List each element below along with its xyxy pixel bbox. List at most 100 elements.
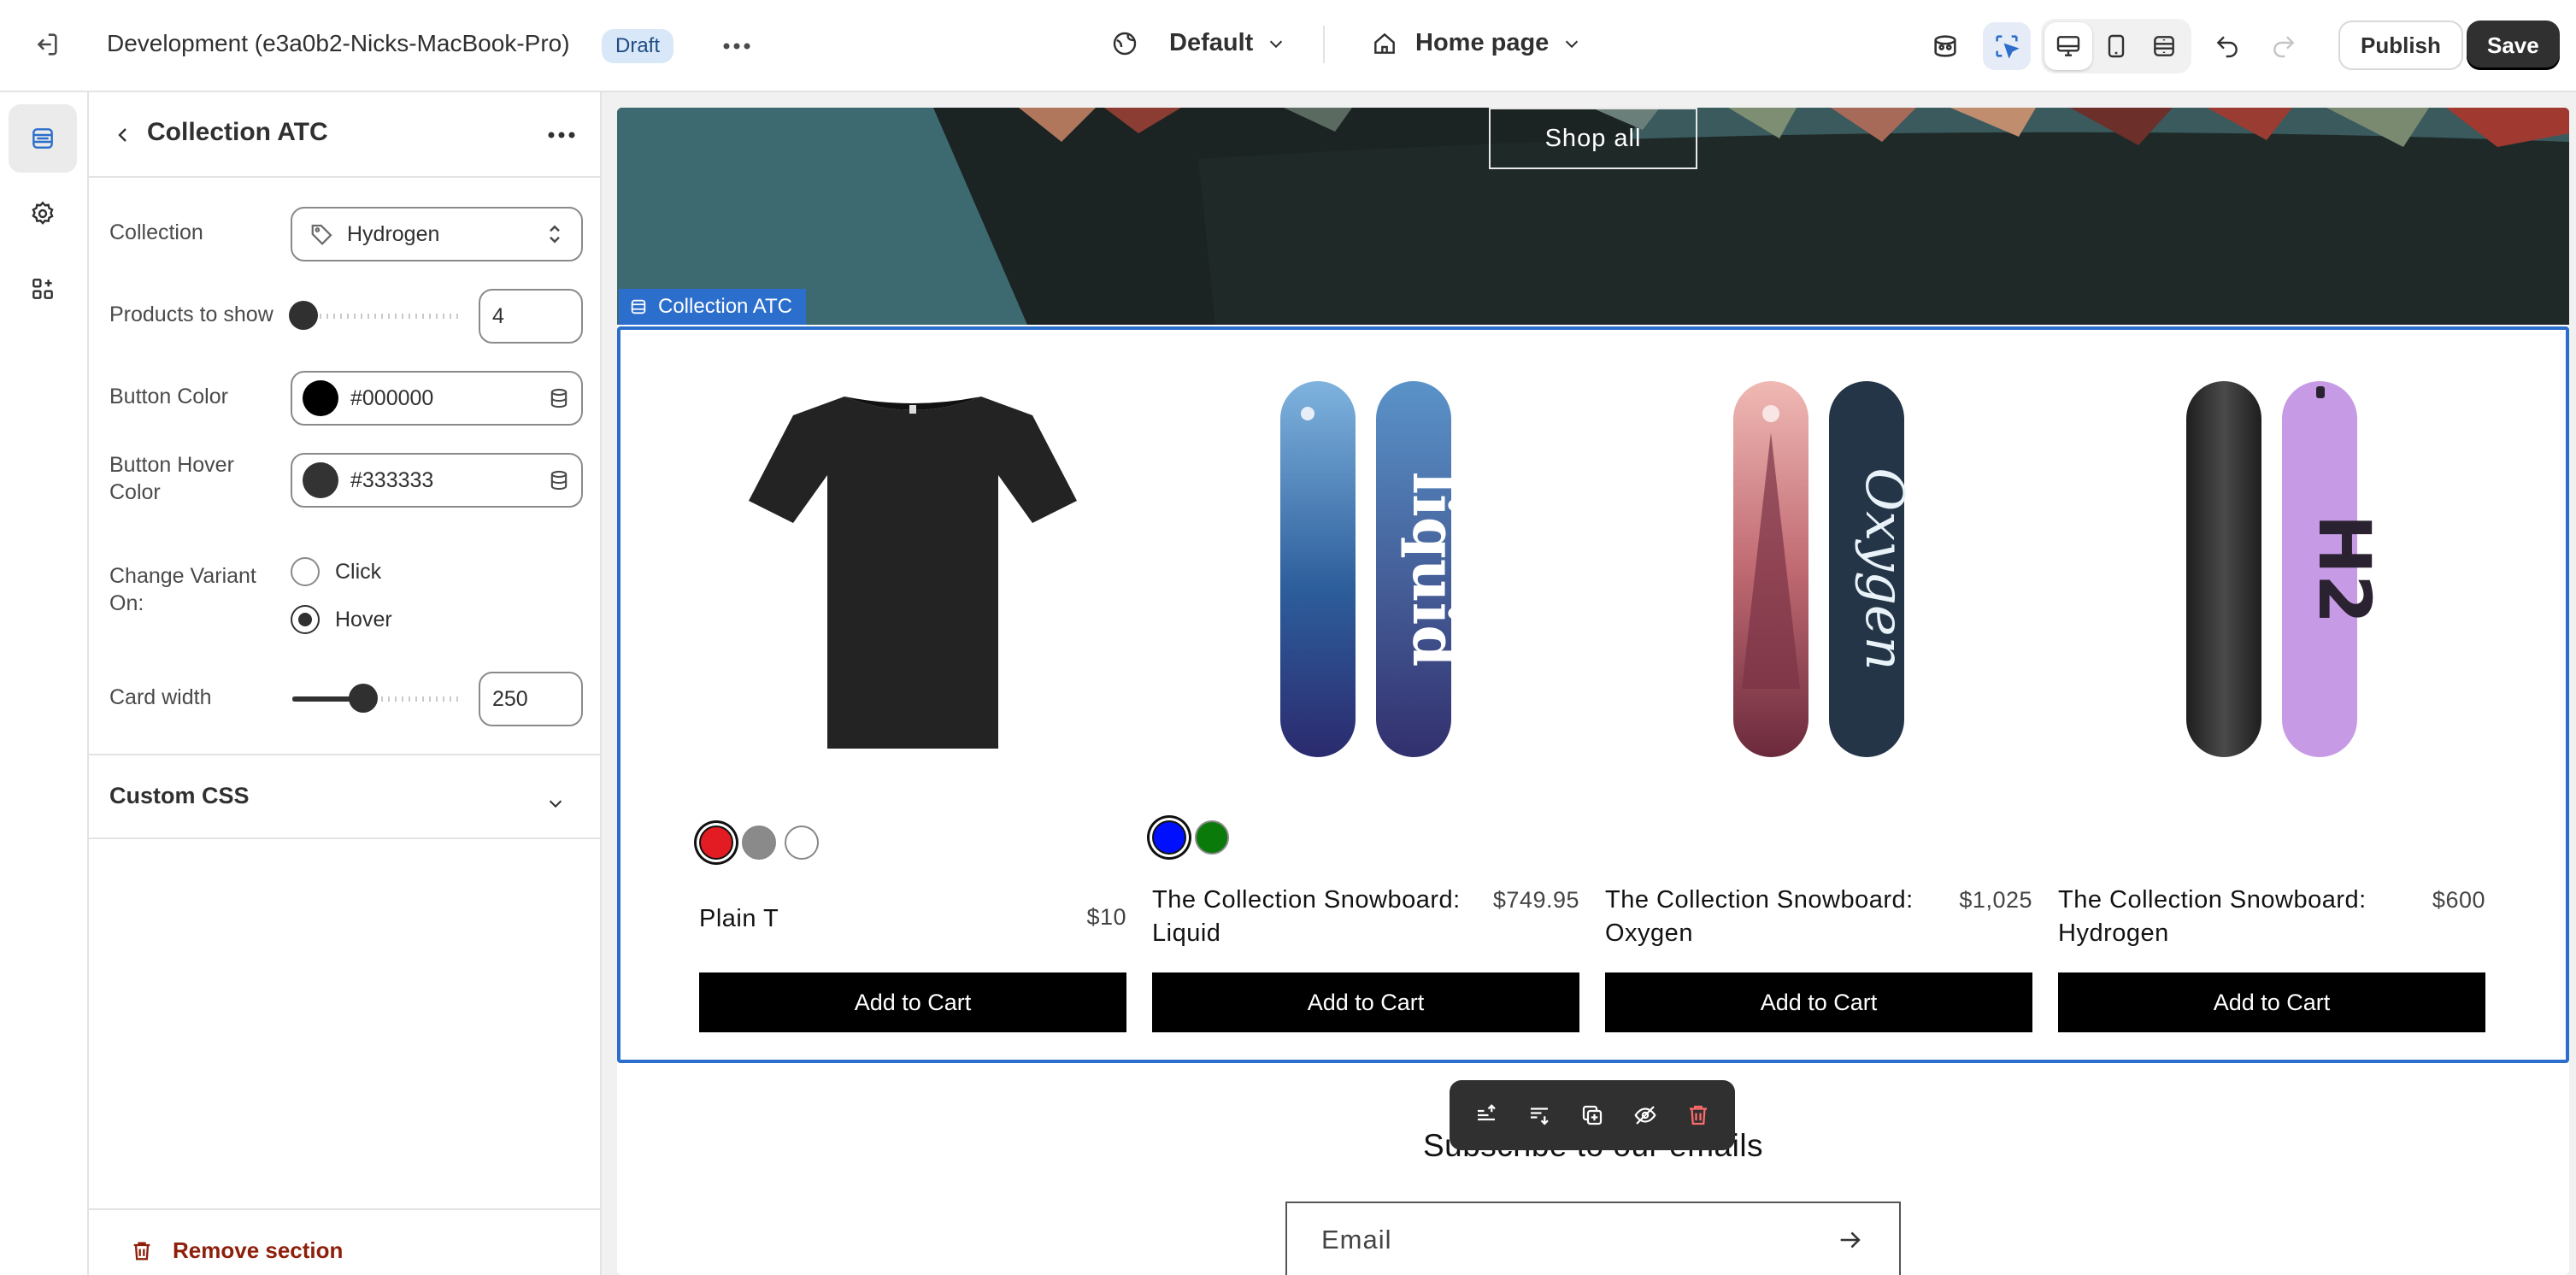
product-price: $1,025 bbox=[1959, 887, 2032, 913]
svg-text:liquid: liquid bbox=[1399, 472, 1470, 667]
page-selector-label: Home page bbox=[1415, 29, 1550, 56]
trash-icon bbox=[133, 1242, 150, 1260]
desktop-view-icon[interactable] bbox=[2044, 22, 2092, 70]
page-selector[interactable]: Home page bbox=[1371, 29, 1581, 57]
email-input[interactable]: Email bbox=[1285, 1202, 1901, 1275]
section-tag-label: Collection ATC bbox=[658, 295, 792, 318]
theme-editor: Development (e3a0b2-Nicks-MacBook-Pro) D… bbox=[0, 0, 2576, 1275]
product-image: Oxygen bbox=[1733, 381, 1916, 757]
variant-swatch[interactable] bbox=[742, 826, 776, 860]
button-color-swatch[interactable] bbox=[303, 380, 338, 416]
theme-selector[interactable]: Default bbox=[1111, 29, 1285, 57]
collection-select[interactable]: Hydrogen bbox=[291, 207, 583, 261]
globe-icon bbox=[1113, 32, 1137, 55]
button-color-label: Button Color bbox=[109, 385, 228, 408]
add-to-cart-button[interactable]: Add to Cart bbox=[699, 972, 1126, 1032]
exit-icon[interactable] bbox=[22, 21, 70, 68]
duplicate-icon[interactable] bbox=[1566, 1088, 1619, 1143]
top-bar: Development (e3a0b2-Nicks-MacBook-Pro) D… bbox=[0, 0, 2576, 92]
section-toolbar bbox=[1450, 1080, 1735, 1150]
dynamic-source-icon[interactable] bbox=[547, 386, 571, 410]
product-price: $749.95 bbox=[1492, 887, 1579, 913]
section-tag: Collection ATC bbox=[619, 289, 806, 325]
sections-icon[interactable] bbox=[9, 104, 77, 173]
variant-swatch[interactable] bbox=[1152, 820, 1186, 855]
collection-atc-section[interactable]: Plain T $10 Add to Cart liquid The Colle… bbox=[617, 326, 2569, 1063]
add-to-cart-button[interactable]: Add to Cart bbox=[1152, 972, 1579, 1032]
viewport-switcher bbox=[2041, 19, 2191, 73]
status-badge: Draft bbox=[602, 29, 674, 63]
products-slider[interactable] bbox=[289, 301, 463, 330]
apps-icon[interactable] bbox=[9, 255, 77, 323]
back-icon[interactable] bbox=[104, 116, 142, 154]
button-color-field[interactable]: #000000 bbox=[291, 371, 583, 426]
home-icon bbox=[1374, 32, 1395, 54]
card-width-slider-thumb[interactable] bbox=[349, 684, 378, 713]
card-width-slider[interactable] bbox=[292, 684, 463, 713]
save-button[interactable]: Save bbox=[2467, 21, 2560, 70]
card-width-input[interactable]: 250 bbox=[479, 672, 583, 726]
hero-banner: Shop all bbox=[617, 108, 2569, 325]
custom-css-label[interactable]: Custom CSS bbox=[109, 783, 250, 809]
change-variant-label: Change Variant On: bbox=[109, 564, 256, 615]
product-name[interactable]: The Collection Snowboard: Liquid bbox=[1152, 884, 1477, 950]
variant-swatch[interactable] bbox=[785, 826, 819, 860]
redo-icon[interactable] bbox=[2260, 22, 2308, 70]
hide-icon[interactable] bbox=[1619, 1088, 1672, 1143]
product-price: $600 bbox=[2432, 887, 2485, 913]
storefront-preview: Shop all Collection ATC Plain T $10 Add … bbox=[617, 108, 2569, 1275]
tag-icon bbox=[311, 224, 332, 245]
products-to-show-input[interactable]: 4 bbox=[479, 289, 583, 344]
product-price: $10 bbox=[1086, 904, 1126, 930]
radio-hover[interactable]: Hover bbox=[291, 605, 392, 634]
product-name[interactable]: The Collection Snowboard: Oxygen bbox=[1605, 884, 1930, 950]
radio-hover-control[interactable] bbox=[291, 605, 320, 634]
app-embeds-icon[interactable] bbox=[1921, 22, 1969, 70]
collection-label: Collection bbox=[109, 220, 203, 244]
button-hover-color-label: Button Hover Color bbox=[109, 453, 234, 504]
mobile-view-icon[interactable] bbox=[2092, 22, 2140, 70]
shop-all-button[interactable]: Shop all bbox=[1489, 108, 1697, 169]
panel-title: Collection ATC bbox=[147, 118, 328, 146]
arrow-right-icon[interactable] bbox=[1836, 1225, 1865, 1254]
variant-swatch[interactable] bbox=[1195, 820, 1229, 855]
add-to-cart-button[interactable]: Add to Cart bbox=[1605, 972, 2032, 1032]
button-hover-color-value: #333333 bbox=[350, 467, 434, 492]
button-hover-color-swatch[interactable] bbox=[303, 462, 338, 498]
more-actions-icon[interactable] bbox=[713, 22, 761, 70]
inspector-select-icon[interactable] bbox=[1983, 22, 2031, 70]
radio-click[interactable]: Click bbox=[291, 557, 381, 586]
chevron-down-icon[interactable] bbox=[538, 786, 573, 820]
remove-section-label: Remove section bbox=[173, 1237, 344, 1263]
panel-header: Collection ATC bbox=[89, 92, 602, 178]
product-name[interactable]: Plain T bbox=[699, 902, 1024, 936]
variant-swatches bbox=[699, 826, 827, 860]
svg-text:H2: H2 bbox=[2303, 514, 2386, 625]
dynamic-source-icon[interactable] bbox=[547, 468, 571, 492]
product-name[interactable]: The Collection Snowboard: Hydrogen bbox=[2058, 884, 2383, 950]
add-to-cart-button[interactable]: Add to Cart bbox=[2058, 972, 2485, 1032]
publish-button[interactable]: Publish bbox=[2338, 21, 2463, 70]
divider bbox=[89, 1208, 602, 1210]
button-hover-color-field[interactable]: #333333 bbox=[291, 453, 583, 508]
variant-swatch[interactable] bbox=[699, 826, 733, 860]
move-up-icon[interactable] bbox=[1460, 1088, 1513, 1143]
divider bbox=[89, 837, 602, 839]
products-slider-thumb[interactable] bbox=[289, 301, 318, 330]
chevron-down-icon bbox=[1566, 40, 1579, 48]
panel-more-icon[interactable] bbox=[540, 118, 583, 152]
products-to-show-label: Products to show bbox=[109, 303, 273, 326]
chevron-down-icon bbox=[1270, 40, 1283, 48]
card-width-label: Card width bbox=[109, 685, 212, 709]
select-chevron-icon bbox=[550, 225, 560, 244]
delete-icon[interactable] bbox=[1672, 1088, 1725, 1143]
radio-click-control[interactable] bbox=[291, 557, 320, 586]
fullscreen-view-icon[interactable] bbox=[2140, 22, 2188, 70]
product-image: H2 bbox=[2186, 381, 2386, 757]
undo-icon[interactable] bbox=[2203, 22, 2251, 70]
collection-value: Hydrogen bbox=[347, 221, 440, 246]
remove-section-button[interactable]: Remove section bbox=[130, 1237, 343, 1264]
settings-gear-icon[interactable] bbox=[9, 179, 77, 248]
email-placeholder: Email bbox=[1321, 1225, 1392, 1254]
move-down-icon[interactable] bbox=[1513, 1088, 1566, 1143]
